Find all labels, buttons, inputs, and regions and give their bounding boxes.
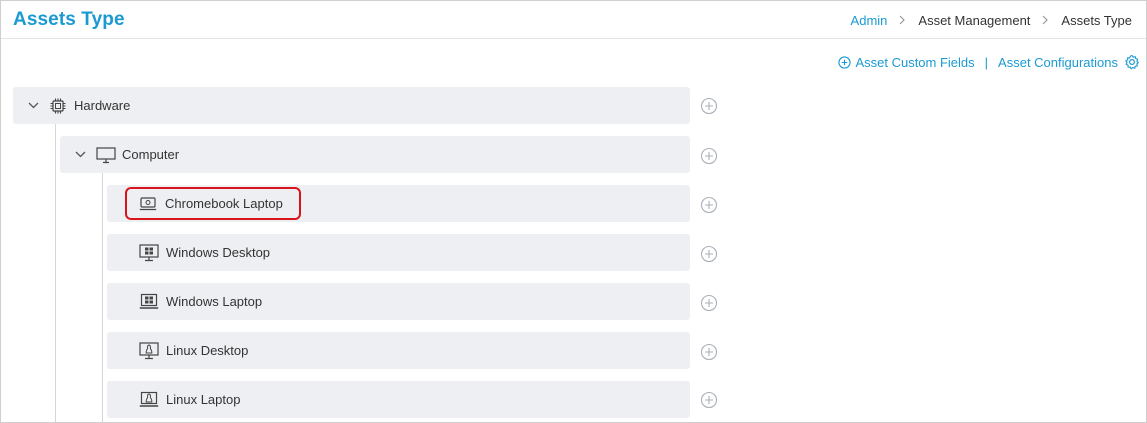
tree-row-computer[interactable]: Computer	[60, 136, 690, 173]
add-child-button-hardware[interactable]	[700, 97, 718, 115]
tree-label-windows-desktop: Windows Desktop	[166, 245, 271, 260]
breadcrumb: Admin Asset Management Assets Type	[851, 13, 1132, 28]
page-header: Assets Type Admin Asset Management Asset…	[1, 1, 1146, 39]
linux-laptop-icon	[139, 391, 159, 409]
asset-configurations-link[interactable]: Asset Configurations	[998, 55, 1118, 70]
chevron-down-icon[interactable]	[25, 98, 41, 114]
page-actions: Asset Custom Fields | Asset Configuratio…	[838, 54, 1140, 70]
asset-custom-fields-label: Asset Custom Fields	[855, 54, 975, 70]
tree-label-chromebook-laptop: Chromebook Laptop	[165, 196, 283, 211]
windows-laptop-icon	[139, 293, 159, 311]
tree-label-hardware: Hardware	[74, 98, 131, 113]
breadcrumb-assets-type: Assets Type	[1061, 13, 1132, 28]
tree-connector-hardware	[55, 124, 56, 422]
gear-icon[interactable]	[1124, 54, 1140, 70]
tree-label-windows-laptop: Windows Laptop	[166, 294, 263, 309]
chip-icon	[49, 97, 67, 115]
linux-desktop-icon	[139, 341, 159, 360]
tree-label-linux-laptop: Linux Laptop	[166, 392, 241, 407]
action-divider: |	[984, 54, 989, 70]
tree-row-linux-desktop[interactable]: Linux Desktop	[107, 332, 690, 369]
monitor-icon	[96, 146, 116, 164]
breadcrumb-admin[interactable]: Admin	[851, 13, 888, 28]
tree-row-hardware[interactable]: Hardware	[13, 87, 690, 124]
add-child-button-linux-desktop[interactable]	[700, 343, 718, 361]
asset-custom-fields-link[interactable]: Asset Custom Fields	[838, 54, 975, 70]
laptop-icon	[139, 196, 157, 212]
chevron-right-icon	[1042, 13, 1049, 28]
tree-row-linux-laptop[interactable]: Linux Laptop	[107, 381, 690, 418]
page-title: Assets Type	[13, 9, 125, 30]
plus-circle-icon	[838, 55, 852, 69]
tree-row-chromebook-laptop[interactable]: Chromebook Laptop	[107, 185, 690, 222]
asset-configurations-label: Asset Configurations	[998, 54, 1118, 70]
chevron-right-icon	[899, 13, 906, 28]
tree-row-windows-laptop[interactable]: Windows Laptop	[107, 283, 690, 320]
windows-desktop-icon	[139, 243, 159, 262]
tree-connector-computer	[102, 173, 103, 422]
add-child-button-linux-laptop[interactable]	[700, 391, 718, 409]
tree-row-windows-desktop[interactable]: Windows Desktop	[107, 234, 690, 271]
breadcrumb-asset-management: Asset Management	[918, 13, 1031, 28]
assets-type-page: Assets Type Admin Asset Management Asset…	[0, 0, 1147, 423]
add-child-button-computer[interactable]	[700, 147, 718, 165]
chevron-down-icon[interactable]	[72, 147, 88, 163]
tree-label-computer: Computer	[122, 147, 180, 162]
add-child-button-chromebook-laptop[interactable]	[700, 196, 718, 214]
add-child-button-windows-desktop[interactable]	[700, 245, 718, 263]
add-child-button-windows-laptop[interactable]	[700, 294, 718, 312]
tree-label-linux-desktop: Linux Desktop	[166, 343, 249, 358]
